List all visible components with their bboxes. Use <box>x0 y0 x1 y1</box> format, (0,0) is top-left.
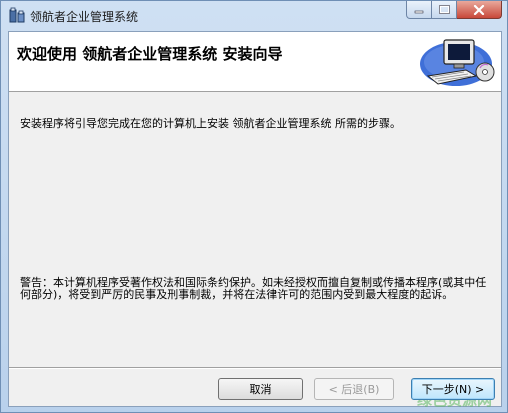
wizard-client-area: 欢迎使用 领航者企业管理系统 安装向导 安装程序将引导您完成在您的计算机上安装 … <box>8 31 502 409</box>
wizard-header-band: 欢迎使用 领航者企业管理系统 安装向导 <box>9 32 501 92</box>
maximize-button[interactable] <box>432 1 457 19</box>
intro-text: 安装程序将引导您完成在您的计算机上安装 领航者企业管理系统 所需的步骤。 <box>20 117 401 130</box>
installer-app-icon <box>9 7 25 23</box>
copyright-warning-text: 警告：本计算机程序受著作权法和国际条约保护。如未经授权而擅自复制或传播本程序(或… <box>20 276 487 301</box>
footer-divider <box>9 367 501 369</box>
title-bar[interactable]: 领航者企业管理系统 <box>1 1 507 31</box>
cancel-button[interactable]: 取消 <box>218 378 303 400</box>
installer-window: 领航者企业管理系统 欢迎使用 领航者企业管理系统 安装向导 安装程序将引导您完成… <box>0 0 508 413</box>
minimize-icon <box>414 10 424 13</box>
close-button[interactable] <box>457 1 502 19</box>
back-button[interactable]: < 后退(B) <box>314 378 394 400</box>
window-title: 领航者企业管理系统 <box>30 10 139 24</box>
caption-buttons <box>406 1 502 20</box>
maximize-icon <box>438 5 450 14</box>
next-button[interactable]: 下一步(N) > <box>411 378 495 400</box>
minimize-button[interactable] <box>406 1 432 19</box>
computer-setup-icon <box>420 39 495 86</box>
wizard-title: 欢迎使用 领航者企业管理系统 安装向导 <box>17 45 283 63</box>
close-icon <box>473 4 485 15</box>
